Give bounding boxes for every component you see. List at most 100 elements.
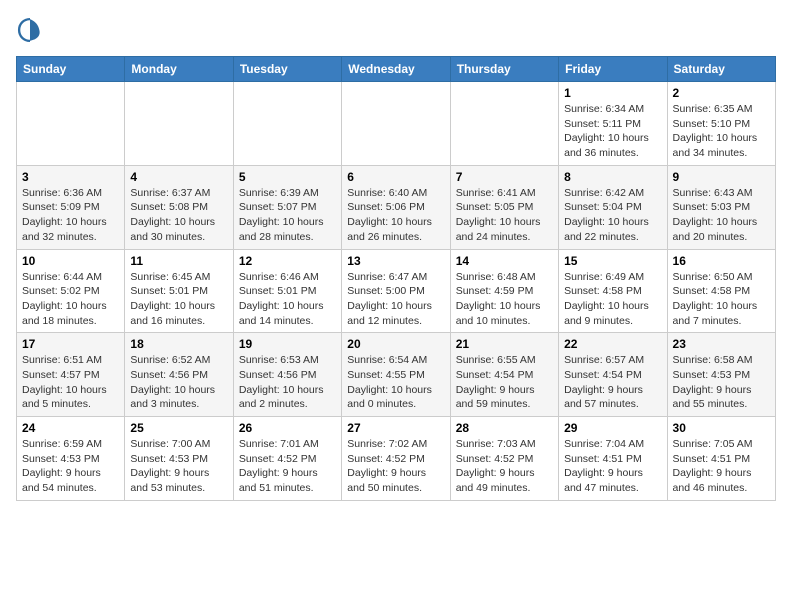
- day-number: 6: [347, 170, 444, 184]
- day-number: 8: [564, 170, 661, 184]
- calendar-cell: 25 Sunrise: 7:00 AM Sunset: 4:53 PM Dayli…: [125, 417, 233, 501]
- day-number: 11: [130, 254, 227, 268]
- day-number: 22: [564, 337, 661, 351]
- calendar: SundayMondayTuesdayWednesdayThursdayFrid…: [16, 56, 776, 501]
- calendar-cell: 10 Sunrise: 6:44 AM Sunset: 5:02 PM Dayli…: [17, 249, 125, 333]
- calendar-cell: 17 Sunrise: 6:51 AM Sunset: 4:57 PM Dayli…: [17, 333, 125, 417]
- calendar-cell: 27 Sunrise: 7:02 AM Sunset: 4:52 PM Dayli…: [342, 417, 450, 501]
- calendar-cell: 7Sunrise: 6:41 AM Sunset: 5:05 PM Daylig…: [450, 165, 558, 249]
- day-of-week-header: Friday: [559, 57, 667, 82]
- calendar-cell: 9 Sunrise: 6:43 AM Sunset: 5:03 PM Daylig…: [667, 165, 775, 249]
- calendar-cell: 2 Sunrise: 6:35 AM Sunset: 5:10 PM Daylig…: [667, 82, 775, 166]
- day-info: Sunrise: 6:47 AM Sunset: 5:00 PM Dayligh…: [347, 270, 444, 329]
- calendar-cell: 23Sunrise: 6:58 AM Sunset: 4:53 PM Dayli…: [667, 333, 775, 417]
- day-number: 3: [22, 170, 119, 184]
- day-number: 27: [347, 421, 444, 435]
- page-header: [16, 16, 776, 44]
- day-info: Sunrise: 6:44 AM Sunset: 5:02 PM Dayligh…: [22, 270, 119, 329]
- day-number: 7: [456, 170, 553, 184]
- day-info: Sunrise: 6:46 AM Sunset: 5:01 PM Dayligh…: [239, 270, 336, 329]
- day-number: 16: [673, 254, 770, 268]
- calendar-cell: 19 Sunrise: 6:53 AM Sunset: 4:56 PM Dayli…: [233, 333, 341, 417]
- day-info: Sunrise: 6:59 AM Sunset: 4:53 PM Dayligh…: [22, 437, 119, 496]
- day-of-week-header: Thursday: [450, 57, 558, 82]
- day-info: Sunrise: 7:02 AM Sunset: 4:52 PM Dayligh…: [347, 437, 444, 496]
- day-info: Sunrise: 6:49 AM Sunset: 4:58 PM Dayligh…: [564, 270, 661, 329]
- day-info: Sunrise: 6:58 AM Sunset: 4:53 PM Dayligh…: [673, 353, 770, 412]
- calendar-cell: 13 Sunrise: 6:47 AM Sunset: 5:00 PM Dayli…: [342, 249, 450, 333]
- day-info: Sunrise: 7:00 AM Sunset: 4:53 PM Dayligh…: [130, 437, 227, 496]
- day-info: Sunrise: 7:04 AM Sunset: 4:51 PM Dayligh…: [564, 437, 661, 496]
- day-number: 13: [347, 254, 444, 268]
- day-info: Sunrise: 6:53 AM Sunset: 4:56 PM Dayligh…: [239, 353, 336, 412]
- day-info: Sunrise: 7:05 AM Sunset: 4:51 PM Dayligh…: [673, 437, 770, 496]
- calendar-cell: 18Sunrise: 6:52 AM Sunset: 4:56 PM Dayli…: [125, 333, 233, 417]
- day-number: 4: [130, 170, 227, 184]
- day-number: 14: [456, 254, 553, 268]
- calendar-cell: 14 Sunrise: 6:48 AM Sunset: 4:59 PM Dayli…: [450, 249, 558, 333]
- calendar-cell: 26 Sunrise: 7:01 AM Sunset: 4:52 PM Dayli…: [233, 417, 341, 501]
- day-info: Sunrise: 6:51 AM Sunset: 4:57 PM Dayligh…: [22, 353, 119, 412]
- day-info: Sunrise: 6:52 AM Sunset: 4:56 PM Dayligh…: [130, 353, 227, 412]
- calendar-cell: 22 Sunrise: 6:57 AM Sunset: 4:54 PM Dayli…: [559, 333, 667, 417]
- day-number: 21: [456, 337, 553, 351]
- logo: [16, 16, 48, 44]
- calendar-cell: 30Sunrise: 7:05 AM Sunset: 4:51 PM Dayli…: [667, 417, 775, 501]
- calendar-cell: [125, 82, 233, 166]
- day-of-week-header: Sunday: [17, 57, 125, 82]
- day-number: 2: [673, 86, 770, 100]
- day-info: Sunrise: 6:48 AM Sunset: 4:59 PM Dayligh…: [456, 270, 553, 329]
- day-info: Sunrise: 7:01 AM Sunset: 4:52 PM Dayligh…: [239, 437, 336, 496]
- day-of-week-header: Monday: [125, 57, 233, 82]
- day-number: 5: [239, 170, 336, 184]
- calendar-week-row: 1Sunrise: 6:34 AM Sunset: 5:11 PM Daylig…: [17, 82, 776, 166]
- day-of-week-header: Tuesday: [233, 57, 341, 82]
- day-number: 19: [239, 337, 336, 351]
- day-number: 28: [456, 421, 553, 435]
- calendar-cell: 15 Sunrise: 6:49 AM Sunset: 4:58 PM Dayli…: [559, 249, 667, 333]
- day-info: Sunrise: 6:40 AM Sunset: 5:06 PM Dayligh…: [347, 186, 444, 245]
- day-info: Sunrise: 7:03 AM Sunset: 4:52 PM Dayligh…: [456, 437, 553, 496]
- day-info: Sunrise: 6:39 AM Sunset: 5:07 PM Dayligh…: [239, 186, 336, 245]
- day-number: 29: [564, 421, 661, 435]
- calendar-cell: 28 Sunrise: 7:03 AM Sunset: 4:52 PM Dayli…: [450, 417, 558, 501]
- day-number: 20: [347, 337, 444, 351]
- calendar-cell: 21 Sunrise: 6:55 AM Sunset: 4:54 PM Dayli…: [450, 333, 558, 417]
- calendar-week-row: 3Sunrise: 6:36 AM Sunset: 5:09 PM Daylig…: [17, 165, 776, 249]
- day-of-week-header: Wednesday: [342, 57, 450, 82]
- calendar-cell: [342, 82, 450, 166]
- day-info: Sunrise: 6:55 AM Sunset: 4:54 PM Dayligh…: [456, 353, 553, 412]
- day-number: 24: [22, 421, 119, 435]
- day-info: Sunrise: 6:54 AM Sunset: 4:55 PM Dayligh…: [347, 353, 444, 412]
- day-info: Sunrise: 6:42 AM Sunset: 5:04 PM Dayligh…: [564, 186, 661, 245]
- day-info: Sunrise: 6:50 AM Sunset: 4:58 PM Dayligh…: [673, 270, 770, 329]
- day-number: 26: [239, 421, 336, 435]
- day-number: 17: [22, 337, 119, 351]
- day-of-week-header: Saturday: [667, 57, 775, 82]
- calendar-cell: [17, 82, 125, 166]
- day-info: Sunrise: 6:45 AM Sunset: 5:01 PM Dayligh…: [130, 270, 227, 329]
- day-info: Sunrise: 6:34 AM Sunset: 5:11 PM Dayligh…: [564, 102, 661, 161]
- calendar-cell: 20 Sunrise: 6:54 AM Sunset: 4:55 PM Dayli…: [342, 333, 450, 417]
- calendar-cell: [450, 82, 558, 166]
- day-number: 12: [239, 254, 336, 268]
- calendar-cell: 5 Sunrise: 6:39 AM Sunset: 5:07 PM Daylig…: [233, 165, 341, 249]
- calendar-week-row: 10 Sunrise: 6:44 AM Sunset: 5:02 PM Dayli…: [17, 249, 776, 333]
- calendar-cell: 16 Sunrise: 6:50 AM Sunset: 4:58 PM Dayli…: [667, 249, 775, 333]
- day-number: 9: [673, 170, 770, 184]
- calendar-cell: 4Sunrise: 6:37 AM Sunset: 5:08 PM Daylig…: [125, 165, 233, 249]
- day-number: 25: [130, 421, 227, 435]
- calendar-cell: 1Sunrise: 6:34 AM Sunset: 5:11 PM Daylig…: [559, 82, 667, 166]
- calendar-cell: 11 Sunrise: 6:45 AM Sunset: 5:01 PM Dayli…: [125, 249, 233, 333]
- calendar-week-row: 17 Sunrise: 6:51 AM Sunset: 4:57 PM Dayli…: [17, 333, 776, 417]
- calendar-cell: 12 Sunrise: 6:46 AM Sunset: 5:01 PM Dayli…: [233, 249, 341, 333]
- calendar-cell: 3Sunrise: 6:36 AM Sunset: 5:09 PM Daylig…: [17, 165, 125, 249]
- day-number: 10: [22, 254, 119, 268]
- day-number: 15: [564, 254, 661, 268]
- day-info: Sunrise: 6:57 AM Sunset: 4:54 PM Dayligh…: [564, 353, 661, 412]
- day-info: Sunrise: 6:35 AM Sunset: 5:10 PM Dayligh…: [673, 102, 770, 161]
- calendar-cell: 24 Sunrise: 6:59 AM Sunset: 4:53 PM Dayli…: [17, 417, 125, 501]
- logo-icon: [16, 16, 44, 44]
- calendar-cell: [233, 82, 341, 166]
- day-info: Sunrise: 6:43 AM Sunset: 5:03 PM Dayligh…: [673, 186, 770, 245]
